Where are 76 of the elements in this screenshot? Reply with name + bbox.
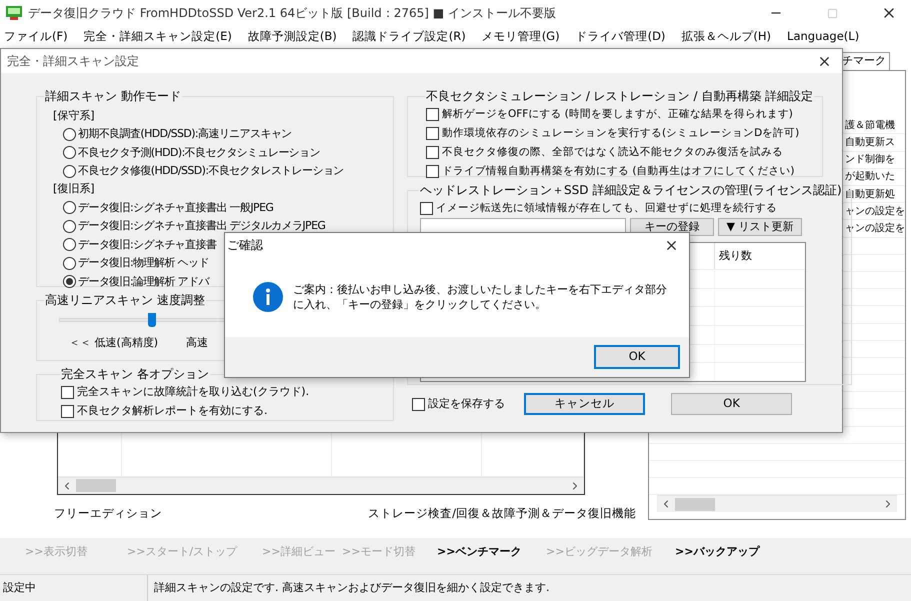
scrollbar-thumb[interactable] xyxy=(76,479,116,492)
radio-label: 初期不良調査(HDD/SSD):高速リニアスキャン xyxy=(78,126,292,142)
nav-link[interactable]: >>ベンチマーク xyxy=(437,545,522,558)
radio-button[interactable] xyxy=(63,275,76,288)
menu-item[interactable]: ファイル(F) xyxy=(4,28,68,46)
speed-label: 高速 xyxy=(186,335,208,351)
checkbox-label: 不良セクタ解析レポートを有効にする. xyxy=(77,403,268,420)
section-heading: [復旧系] xyxy=(53,181,95,198)
group-title: 詳細スキャン 動作モード xyxy=(44,88,182,105)
checkbox-label: 不良セクタ修復の際、全部ではなく読込不能セクタのみ復活を試みる xyxy=(442,144,783,160)
checkbox-label: 設定を保存する xyxy=(428,396,505,412)
refresh-list-button[interactable]: ▼ リスト更新 xyxy=(718,218,802,236)
nav-link[interactable]: >>バックアップ xyxy=(675,545,760,558)
panel-text: ンド制御を xyxy=(845,152,895,168)
status-text: 設定中 xyxy=(3,580,36,596)
column-header: 残り数 xyxy=(719,248,752,264)
group-title: 不良セクタシミュレーション / レストレーション / 自動再構築 詳細設定 xyxy=(425,88,814,105)
group-title: 高速リニアスキャン 速度調整 xyxy=(44,292,206,309)
dialog-title: 完全・詳細スキャン設定 xyxy=(7,53,139,70)
radio-button[interactable] xyxy=(63,201,76,214)
group-title: 完全スキャン 各オプション xyxy=(60,366,210,383)
menu-item[interactable]: 故障予測設定(B) xyxy=(248,28,337,46)
radio-label: データ復旧:シグネチャ直接書 xyxy=(78,236,216,252)
info-icon xyxy=(253,282,283,312)
radio-label: データ復旧:シグネチャ直接書出 デジタルカメラJPEG xyxy=(78,218,326,234)
menu-item[interactable]: ドライバ管理(D) xyxy=(576,28,666,46)
checkbox[interactable] xyxy=(412,398,425,410)
radio-button[interactable] xyxy=(63,128,76,141)
radio-label: データ復旧:シグネチャ直接書出 一般JPEG xyxy=(78,200,274,216)
feature-label: ストレージ検査/回復＆故障予測＆データ復旧機能 xyxy=(368,504,636,522)
window-title: データ復旧クラウド FromHDDtoSSD Ver2.1 64ビット版 [Build：2765] ■ インストール不要版 xyxy=(28,5,556,22)
checkbox[interactable] xyxy=(420,202,433,215)
checkbox[interactable] xyxy=(426,127,439,140)
app-icon xyxy=(6,6,22,20)
radio-button[interactable] xyxy=(63,256,76,270)
menu-item[interactable]: 拡張＆ヘルプ(H) xyxy=(681,28,772,46)
radio-button[interactable] xyxy=(63,146,76,160)
horizontal-scrollbar[interactable] xyxy=(657,495,897,512)
menu-item[interactable]: 完全・詳細スキャン設定(E) xyxy=(84,28,232,46)
checkbox[interactable] xyxy=(61,386,74,399)
menu-item[interactable]: Language(L) xyxy=(787,28,860,46)
checkbox-label: ドライブ情報自動再構築を有効にする (自動再生はオフにしてください) xyxy=(442,164,795,179)
cancel-button[interactable]: キャンセル xyxy=(524,393,646,415)
dialog-title: ご確認 xyxy=(227,237,263,254)
dialog-message: ご案内：後払いお申し込み後、お渡しいたしましたキーを右下エディタ部分に入れ、「キーの登録」をクリックしてください。 xyxy=(293,282,668,312)
radio-label: 不良セクタ予測(HDD):不良セクタシミュレーション xyxy=(78,144,320,160)
radio-label: 不良セクタ修復(HDD/SSD):不良セクタレストレーション xyxy=(78,163,344,179)
panel-text: 護＆節電機 xyxy=(845,118,895,133)
edition-label: フリーエディション xyxy=(54,504,162,522)
checkbox-label: 解析ゲージをOFFにする (時間を要しますが、正確な結果を得られます) xyxy=(442,106,793,122)
radio-label: データ復旧:物理解析 ヘッド xyxy=(78,255,209,271)
menu-item[interactable]: 認識ドライブ設定(R) xyxy=(352,28,466,46)
status-message: 詳細スキャンの設定です. 高速スキャンおよびデータ復旧を細かく設定できます. xyxy=(153,580,550,596)
menu-item[interactable]: メモリ管理(G) xyxy=(482,28,560,46)
panel-text: 自動更新ス xyxy=(845,136,895,150)
checkbox-label: イメージ転送先に領域情報が存在しても、回避せずに処理を続行する xyxy=(436,200,777,216)
radio-button[interactable] xyxy=(63,164,76,178)
checkbox[interactable] xyxy=(426,108,439,121)
checkbox-label: 完全スキャンに故障統計を取り込む(クラウド). xyxy=(77,384,310,400)
checkbox[interactable] xyxy=(61,405,74,418)
panel-text: が起動いた xyxy=(845,170,895,184)
speed-label: ＜＜ 低速(高精度) xyxy=(69,335,158,351)
scrollbar-thumb[interactable] xyxy=(675,498,715,511)
checkbox[interactable] xyxy=(426,146,439,159)
slider-thumb[interactable] xyxy=(148,313,156,327)
checkbox-label: 動作環境依存のシミュレーションを実行する(シミュレーションDを許可) xyxy=(442,126,800,141)
horizontal-scrollbar[interactable] xyxy=(58,476,584,494)
section-heading: [保守系] xyxy=(53,108,95,124)
checkbox[interactable] xyxy=(426,165,439,178)
group-title: ヘッドレストレーション＋SSD 詳細設定＆ライセンスの管理(ライセンス認証) xyxy=(419,182,843,199)
radio-button[interactable] xyxy=(63,238,76,252)
radio-button[interactable] xyxy=(63,220,76,233)
ok-button[interactable]: OK xyxy=(594,345,680,369)
maximize-icon xyxy=(827,8,838,18)
ok-button[interactable]: OK xyxy=(671,393,792,415)
radio-label: データ復旧:論理解析 アドバ xyxy=(78,274,209,290)
